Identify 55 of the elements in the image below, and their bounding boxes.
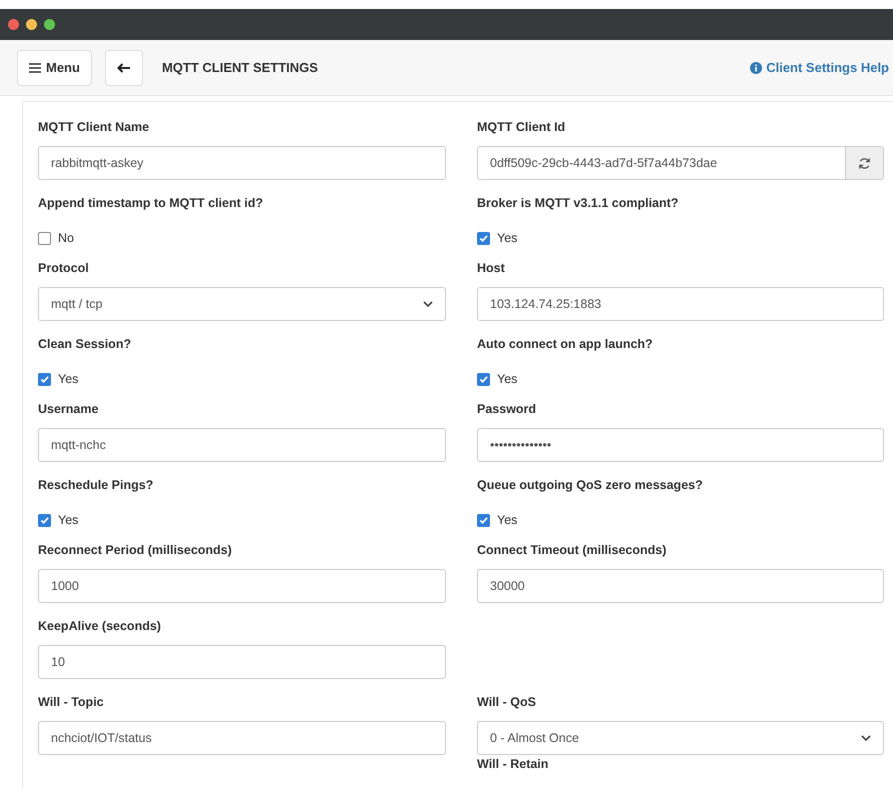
checkbox[interactable] xyxy=(477,232,490,244)
field-label: Clean Session? xyxy=(38,336,132,353)
field-label: Will - QoS xyxy=(477,694,537,711)
field-label: Username xyxy=(38,401,100,418)
select-field[interactable]: mqtt / tcp xyxy=(38,287,446,321)
minimize-icon[interactable] xyxy=(26,19,37,30)
text-field[interactable]: 0dff509c-29cb-4443-ad7d-5f7a44b73dae xyxy=(477,146,846,180)
text-field[interactable]: 10 xyxy=(38,645,446,679)
field-label: Reschedule Pings? xyxy=(38,477,154,494)
page-title: MQTT CLIENT SETTINGS xyxy=(162,60,318,75)
field-label: KeepAlive (seconds) xyxy=(38,618,162,635)
field-label: MQTT Client Name xyxy=(38,119,150,136)
field-label: Broker is MQTT v3.1.1 compliant? xyxy=(477,195,680,212)
field-label: Host xyxy=(477,260,506,277)
text-field[interactable]: 30000 xyxy=(477,569,884,603)
text-field[interactable]: nchciot/IOT/status xyxy=(38,721,446,755)
checkbox[interactable] xyxy=(38,232,51,244)
field-label: Password xyxy=(477,401,538,418)
text-field[interactable]: rabbitmqtt-askey xyxy=(38,146,446,180)
refresh-icon xyxy=(858,156,871,170)
info-icon xyxy=(750,62,762,74)
field-label: MQTT Client Id xyxy=(477,119,566,136)
zoom-icon[interactable] xyxy=(44,19,55,30)
select-field[interactable]: 0 - Almost Once xyxy=(477,721,884,755)
checkbox-label: Yes xyxy=(58,513,78,527)
field-label: Auto connect on app launch? xyxy=(477,336,654,353)
checkbox[interactable] xyxy=(38,372,51,386)
field-label: Append timestamp to MQTT client id? xyxy=(38,195,264,212)
checkbox-label: Yes xyxy=(497,231,518,245)
checkbox[interactable] xyxy=(38,514,51,526)
text-field[interactable]: •••••••••••••• xyxy=(477,428,884,462)
checkbox-label: Yes xyxy=(58,372,78,386)
text-field[interactable]: 1000 xyxy=(38,569,446,603)
help-link[interactable]: Client Settings Help xyxy=(750,60,889,75)
close-icon[interactable] xyxy=(8,19,19,30)
menu-button[interactable]: Menu xyxy=(17,50,92,86)
chevron-down-icon xyxy=(861,734,871,742)
checkbox-label: Yes xyxy=(497,372,518,386)
chevron-down-icon xyxy=(423,300,433,308)
refresh-button[interactable] xyxy=(846,146,884,180)
back-button[interactable] xyxy=(104,50,143,86)
checkbox[interactable] xyxy=(477,372,490,386)
field-label: Will - Retain xyxy=(477,756,550,773)
back-arrow-icon xyxy=(116,62,131,72)
field-label: Connect Timeout (milliseconds) xyxy=(477,542,668,559)
field-label: Reconnect Period (milliseconds) xyxy=(38,542,233,559)
field-label: Queue outgoing QoS zero messages? xyxy=(477,477,704,494)
checkbox[interactable] xyxy=(477,514,490,526)
menu-icon xyxy=(29,62,41,72)
checkbox-label: Yes xyxy=(497,513,518,527)
field-label: Will - Topic xyxy=(38,694,105,711)
field-label: Protocol xyxy=(38,260,90,277)
checkbox-label: No xyxy=(58,231,74,245)
text-field[interactable]: 103.124.74.25:1883 xyxy=(477,287,884,321)
text-field[interactable]: mqtt-nchc xyxy=(38,428,446,462)
